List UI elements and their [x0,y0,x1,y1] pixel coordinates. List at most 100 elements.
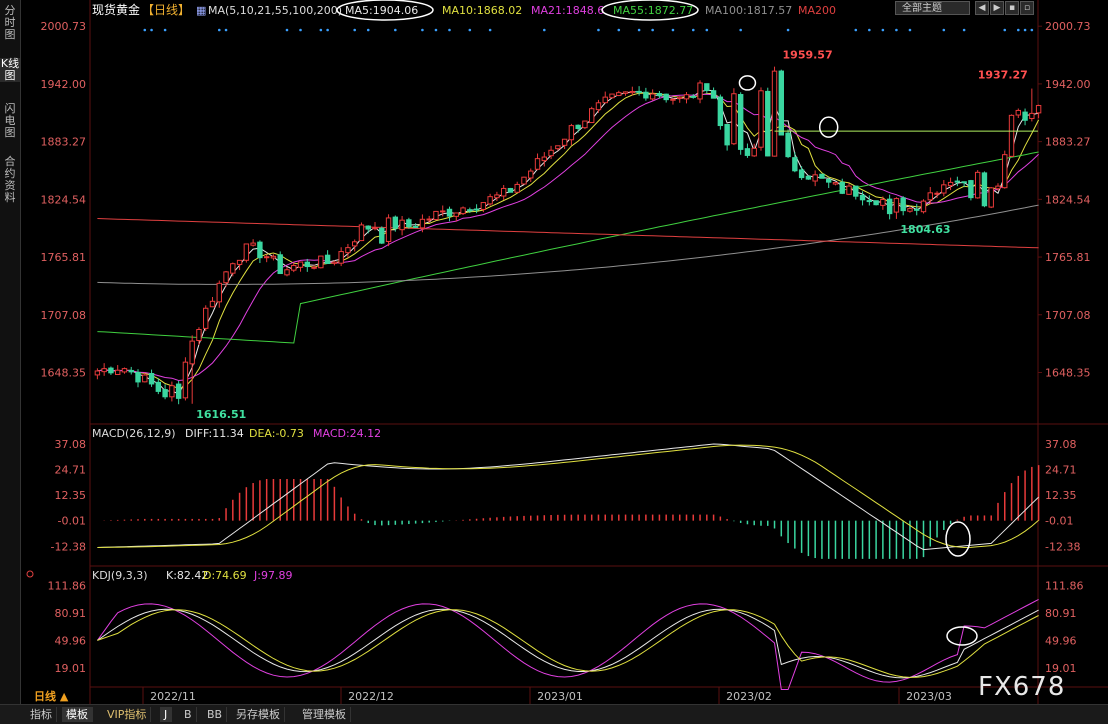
candle-body [433,210,439,220]
macd-ytick-left: 24.71 [55,464,87,477]
signal-dot [319,28,323,32]
candle-body [311,266,317,269]
signal-dot [908,28,912,32]
price-ytick-left: 1765.81 [41,251,87,264]
candle-body [616,92,622,96]
candle-body [446,208,453,217]
candle-body [148,373,155,385]
price-ytick-right: 1883.27 [1045,136,1091,149]
x-axis-label: 2023/02 [726,690,772,703]
candle-body [683,94,690,100]
sidebar-tab-0[interactable]: 分时图 [0,5,20,41]
bottom-tab-0[interactable]: 日线 ▲ [30,689,72,704]
candle-body [460,207,466,215]
candle-body [825,179,832,183]
candle-body [142,374,148,383]
bottom-tab-4[interactable]: J [160,707,173,722]
candle-body [399,219,405,231]
candle-body [690,95,696,98]
bottom-toolbar: 日线 ▲ 指标 模板 VIP指标 J B BB 另存模板 管理模板 [0,690,1108,724]
price-ytick-left: 1648.35 [41,366,87,379]
sidebar-tab-3[interactable]: 合约资料 [0,156,20,204]
candle-body [731,93,737,145]
bottom-tab-2[interactable]: 模板 [62,707,93,722]
lock-icon[interactable]: ▪ [1005,1,1019,15]
macd-ytick-right: -0.01 [1045,515,1073,528]
kdj-ytick-right: 49.96 [1045,634,1077,647]
kdj-value: D:74.69 [203,569,247,582]
candle-body [656,93,663,97]
candle-body [1002,154,1008,189]
price-annotation: 1804.63 [900,223,950,236]
bottom-tab-3[interactable]: VIP指标 [103,707,152,722]
signal-dot [651,28,654,32]
candle-body [236,259,243,265]
bottom-tab-6[interactable]: BB [203,707,228,722]
chart-canvas[interactable]: 2000.73 2000.73 1942.00 1942.00 1883.27 1883.… [0,0,1108,704]
ma-line-ma5 [97,89,1039,395]
x-axis-label: 2022/11 [150,690,196,703]
candle-body [636,90,642,93]
candle-body [155,381,162,392]
macd-ytick-left: 37.08 [55,438,87,451]
signal-dot [854,28,858,32]
macd-ytick-left: -12.38 [51,540,86,553]
candle-body [988,187,994,208]
candle-body [169,385,175,398]
signal-dot [394,28,397,32]
bottom-tab-1[interactable]: 指标 [26,707,57,722]
signal-dot [366,28,370,32]
candle-body [500,187,507,197]
candle-body [203,307,209,329]
expand-icon[interactable]: ▶ [990,1,1004,15]
candle-body [778,70,785,136]
restore-icon[interactable]: ▫ [1020,1,1034,15]
candle-body [250,242,256,246]
candle-body [473,208,480,211]
sidebar-tab-2[interactable]: 闪电图 [0,103,20,139]
candle-body [440,210,446,213]
ma-line-ma21 [97,93,1039,382]
signal-dot [881,28,885,32]
candle-body [771,70,778,157]
macd-ytick-right: 37.08 [1045,438,1077,451]
signal-dot [691,28,695,32]
signal-dot [543,28,546,32]
ma-line-ma55 [97,151,1039,344]
bottom-tab-8[interactable]: 管理模板 [298,707,351,722]
candle-body [270,255,277,259]
bottom-tab-7[interactable]: 另存模板 [232,707,285,722]
candle-body [805,175,812,180]
candle-body [351,241,358,247]
signal-dot [448,28,451,32]
candle-body [284,269,290,276]
signal-dot [421,28,424,32]
candle-body [494,194,500,199]
bottom-tab-5[interactable]: B [180,707,197,722]
candle-body [392,216,399,229]
macd-ytick-left: -0.01 [58,515,86,528]
candle-body [406,219,412,228]
price-ytick-right: 1707.08 [1045,309,1091,322]
theme-select[interactable]: 全部主题 [895,1,970,15]
sidebar-tab-1[interactable]: K线图 [0,58,20,82]
candle-body [704,83,710,92]
signal-dot [962,28,966,32]
period-label: 【日线】 [142,3,190,17]
candle-body [514,183,520,193]
watermark-logo: FX678 [978,672,1066,702]
collapse-icon[interactable]: ◀ [975,1,989,15]
macd-diff-line [97,443,1039,551]
kdj-ytick-right: 111.86 [1045,579,1084,592]
candle-body [534,158,541,170]
macd-value: DEA:-0.73 [249,427,304,440]
candle-body [839,181,845,194]
candle-body [304,261,311,268]
kdj-d-line [97,609,1039,678]
highlight-circle [818,116,839,138]
ma-settings-icon: ▦ [196,4,206,17]
signal-dot [285,28,289,32]
price-ytick-left: 2000.73 [41,20,87,33]
candle-body [968,180,974,199]
candle-body [419,218,426,229]
